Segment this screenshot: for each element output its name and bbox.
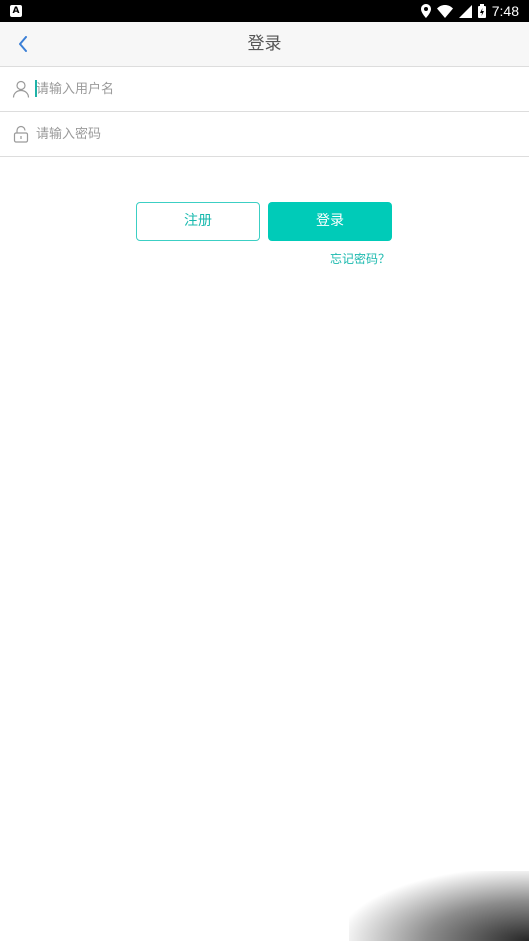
password-row bbox=[0, 112, 529, 157]
status-right: 7:48 bbox=[420, 3, 519, 19]
back-button[interactable] bbox=[10, 30, 36, 58]
forgot-password-link[interactable]: 忘记密码？ bbox=[330, 250, 390, 267]
battery-icon bbox=[477, 4, 486, 18]
status-bar: A 7:48 bbox=[0, 0, 529, 22]
nav-bar: 登录 bbox=[0, 22, 529, 67]
wifi-icon bbox=[436, 4, 453, 18]
lock-icon bbox=[13, 125, 29, 143]
status-left: A bbox=[10, 5, 22, 17]
page-title: 登录 bbox=[247, 34, 282, 54]
user-icon bbox=[12, 80, 30, 98]
corner-shadow bbox=[349, 871, 529, 941]
username-row bbox=[0, 67, 529, 112]
text-caret bbox=[35, 80, 37, 97]
signal-icon bbox=[458, 4, 472, 18]
notification-icon: A bbox=[10, 5, 22, 17]
password-input[interactable] bbox=[36, 112, 519, 156]
location-icon bbox=[420, 4, 431, 18]
login-button[interactable]: 登录 bbox=[268, 202, 392, 241]
chevron-left-icon bbox=[19, 36, 27, 52]
status-time: 7:48 bbox=[491, 3, 519, 19]
register-button[interactable]: 注册 bbox=[136, 202, 260, 241]
username-input[interactable] bbox=[36, 67, 519, 111]
